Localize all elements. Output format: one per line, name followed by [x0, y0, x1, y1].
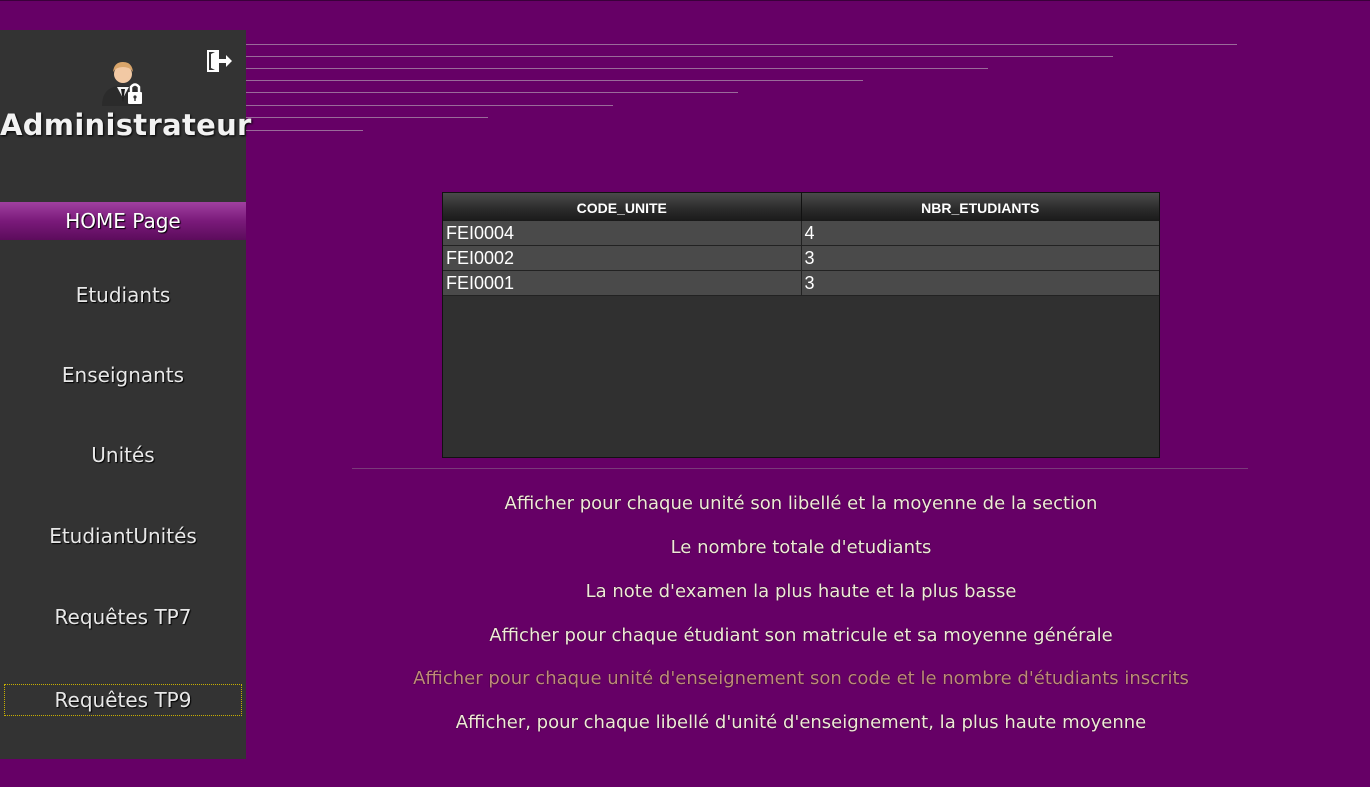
query-link-plus-haute-moyenne[interactable]: Afficher, pour chaque libellé d'unité d'…	[246, 712, 1356, 733]
results-table: CODE_UNITE NBR_ETUDIANTS FEI0004 4 FEI00…	[442, 192, 1160, 458]
sidebar: Administrateur HOME Page Etudiants Ensei…	[0, 30, 252, 759]
query-link-moyenne-generale[interactable]: Afficher pour chaque étudiant son matric…	[246, 625, 1356, 646]
nav-requetes-tp7[interactable]: Requêtes TP7	[0, 598, 246, 636]
column-header-code-unite[interactable]: CODE_UNITE	[443, 193, 802, 221]
nav-etudiant-unites[interactable]: EtudiantUnités	[0, 517, 246, 555]
query-link-total-etudiants[interactable]: Le nombre totale d'etudiants	[246, 537, 1356, 558]
column-header-nbr-etudiants[interactable]: NBR_ETUDIANTS	[801, 193, 1159, 221]
cell-nbr-etudiants: 3	[801, 246, 1159, 271]
cell-nbr-etudiants: 4	[801, 221, 1159, 246]
decorative-line	[246, 117, 488, 118]
nav-home[interactable]: HOME Page	[0, 202, 246, 240]
table-header: CODE_UNITE NBR_ETUDIANTS	[443, 193, 1159, 221]
top-border	[0, 0, 1370, 1]
decorative-line	[246, 130, 363, 131]
nav-etudiants[interactable]: Etudiants	[0, 276, 246, 314]
query-link-moyenne-section[interactable]: Afficher pour chaque unité son libellé e…	[246, 493, 1356, 514]
decorative-line	[246, 68, 988, 69]
decorative-line	[246, 44, 1237, 45]
logout-icon[interactable]	[205, 48, 233, 74]
divider	[352, 468, 1248, 469]
table-row[interactable]: FEI0001 3	[443, 271, 1159, 296]
query-link-note-examen[interactable]: La note d'examen la plus haute et la plu…	[246, 581, 1356, 602]
admin-title: Administrateur	[0, 108, 252, 142]
table-row[interactable]: FEI0004 4	[443, 221, 1159, 246]
nav-requetes-tp9[interactable]: Requêtes TP9	[4, 684, 242, 716]
decorative-line	[246, 80, 863, 81]
query-link-nombre-inscrits[interactable]: Afficher pour chaque unité d'enseignemen…	[246, 668, 1356, 689]
nav-unites[interactable]: Unités	[0, 436, 246, 474]
cell-code-unite: FEI0002	[443, 246, 802, 271]
cell-nbr-etudiants: 3	[801, 271, 1159, 296]
admin-avatar-icon	[98, 58, 148, 108]
decorative-line	[246, 92, 738, 93]
decorative-line	[246, 56, 1113, 57]
cell-code-unite: FEI0001	[443, 271, 802, 296]
nav-enseignants[interactable]: Enseignants	[0, 356, 246, 394]
table-row[interactable]: FEI0002 3	[443, 246, 1159, 271]
decorative-line	[246, 105, 613, 106]
cell-code-unite: FEI0004	[443, 221, 802, 246]
